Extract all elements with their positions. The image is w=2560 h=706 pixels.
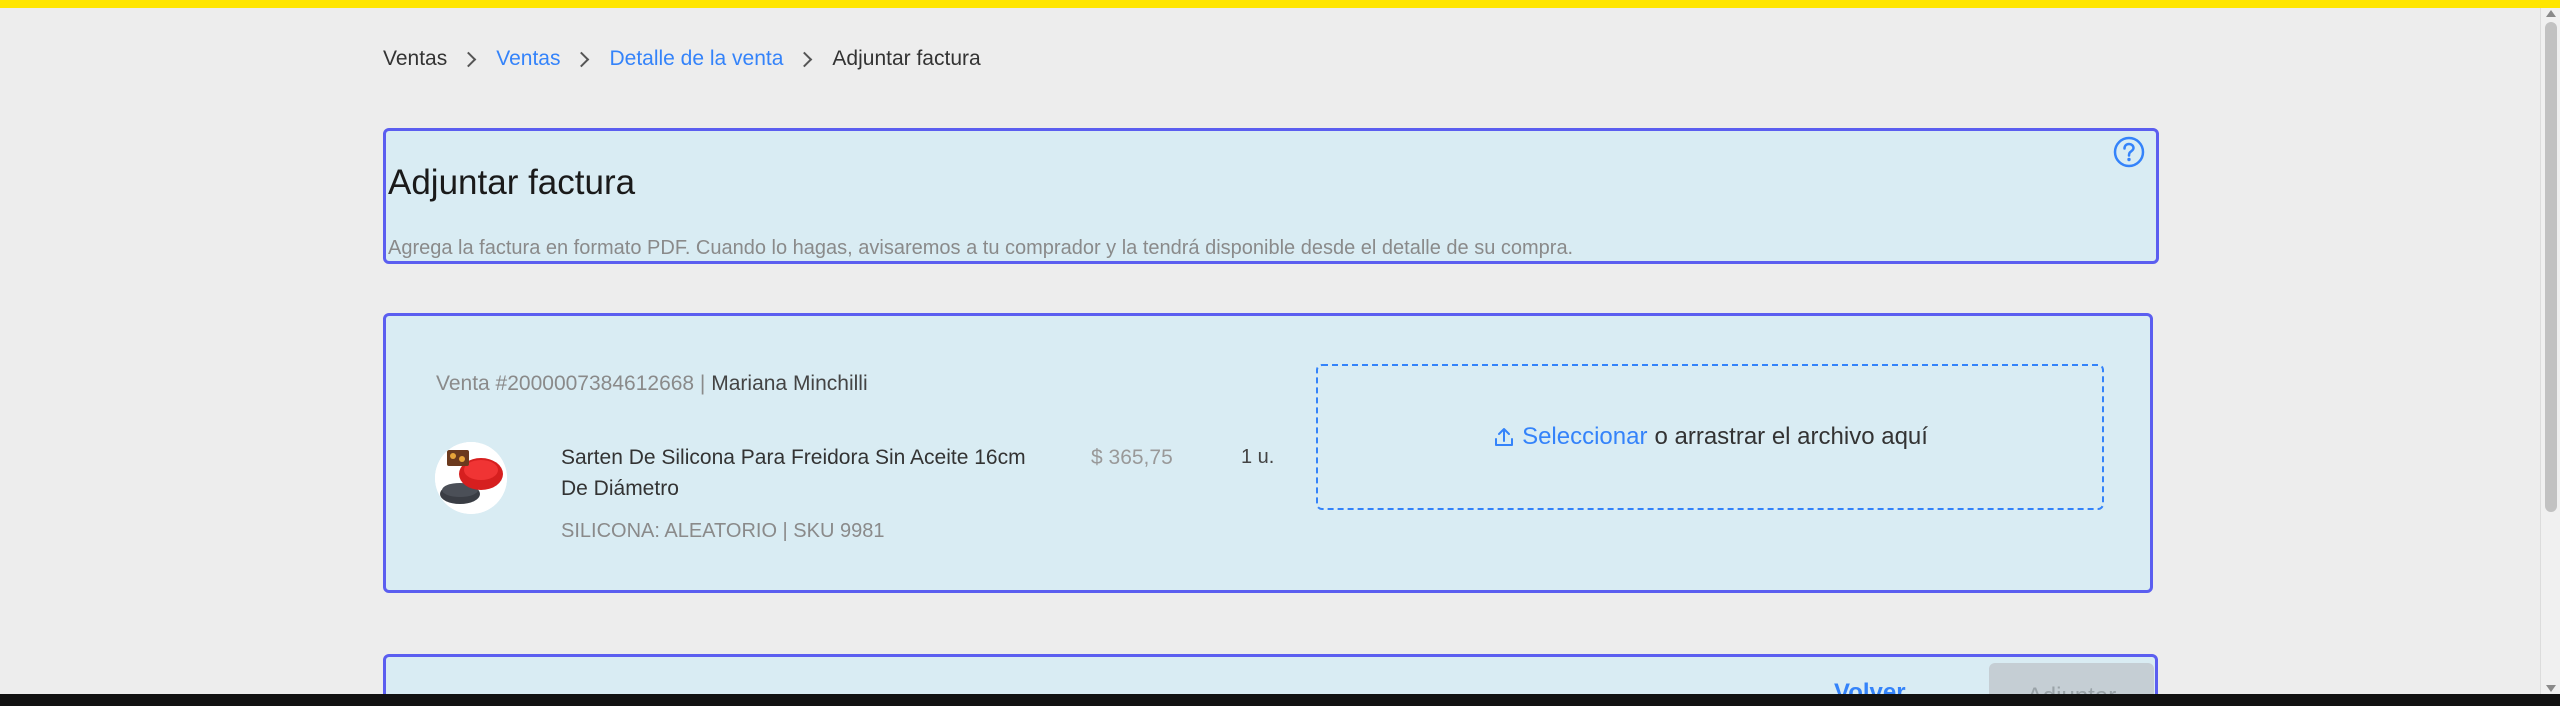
order-number: Venta #2000007384612668 |: [436, 372, 712, 395]
file-dropzone[interactable]: Seleccionar o arrastrar el archivo aquí: [1316, 364, 2104, 510]
product-title: Sarten De Silicona Para Freidora Sin Ace…: [561, 446, 1026, 500]
breadcrumb: Ventas Ventas Detalle de la venta Adjunt…: [383, 44, 981, 74]
product-image: [435, 442, 507, 514]
product-quantity: 1 u.: [1241, 446, 1275, 468]
scroll-up-arrow-icon[interactable]: [2546, 10, 2556, 17]
chevron-right-icon: [797, 51, 813, 67]
select-file-link[interactable]: Seleccionar: [1522, 423, 1647, 451]
dropzone-hint: o arrastrar el archivo aquí: [1654, 423, 1928, 450]
top-brand-bar: [0, 0, 2560, 8]
breadcrumb-link-detalle-venta[interactable]: Detalle de la venta: [609, 47, 783, 71]
breadcrumb-link-ventas[interactable]: Ventas: [496, 47, 560, 71]
product-variant: SILICONA: ALEATORIO | SKU 9981: [561, 520, 885, 542]
breadcrumb-current: Adjuntar factura: [832, 47, 981, 70]
scroll-down-arrow-icon[interactable]: [2546, 685, 2556, 692]
breadcrumb-item-ventas-root: Ventas: [383, 47, 448, 70]
chevron-right-icon: [460, 51, 477, 67]
page-header-card: Adjuntar factura Agrega la factura en fo…: [383, 128, 2159, 264]
scrollbar-thumb[interactable]: [2545, 22, 2557, 512]
bottom-bar: [0, 694, 2560, 706]
upload-icon: [1492, 425, 1516, 449]
product-price: $ 365,75: [1091, 446, 1173, 469]
sale-card: Venta #2000007384612668 | Mariana Minchi…: [383, 313, 2153, 593]
vertical-scrollbar[interactable]: [2540, 8, 2560, 694]
buyer-name: Mariana Minchilli: [711, 372, 868, 395]
sale-heading: Venta #2000007384612668 | Mariana Minchi…: [436, 372, 868, 396]
question-circle-icon[interactable]: [2112, 135, 2146, 169]
page-subtitle: Agrega la factura en formato PDF. Cuando…: [388, 237, 1574, 259]
page-title: Adjuntar factura: [388, 163, 636, 202]
chevron-right-icon: [574, 51, 590, 67]
